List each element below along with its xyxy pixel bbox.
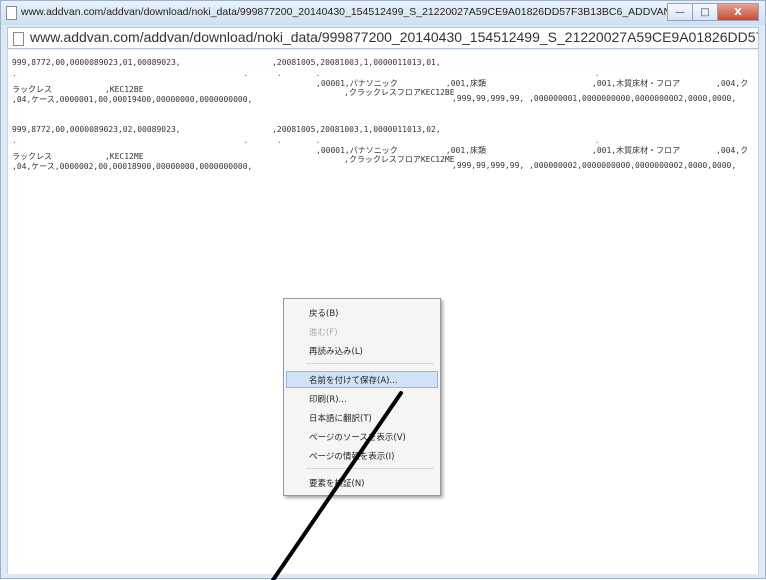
annotation-arrow-icon	[271, 391, 403, 580]
browser-window: www.addvan.com/addvan/download/noki_data…	[0, 0, 766, 580]
